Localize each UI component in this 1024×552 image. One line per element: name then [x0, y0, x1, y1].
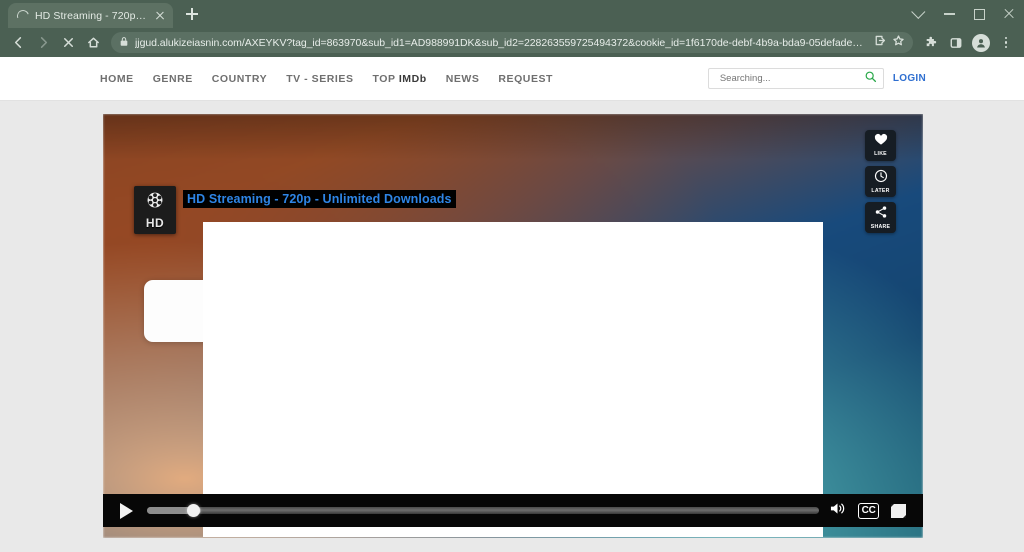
- minimize-icon[interactable]: [934, 0, 964, 28]
- search-input[interactable]: [717, 72, 864, 85]
- progress-slider[interactable]: [147, 504, 820, 517]
- three-dot-menu-icon[interactable]: [994, 31, 1018, 55]
- home-icon[interactable]: [81, 31, 105, 55]
- nav-item-genre[interactable]: GENRE: [153, 73, 193, 85]
- tab-title: HD Streaming - 720p - Unlimited Download…: [35, 9, 147, 22]
- site-header: HOME GENRE COUNTRY TV - SERIES TOP IMDb …: [0, 57, 1024, 101]
- browser-toolbar: jjgud.alukizeiasnin.com/AXEYKV?tag_id=86…: [0, 28, 1024, 57]
- nav-item-top-imdb-label: TOP: [372, 72, 399, 85]
- nav-item-country[interactable]: COUNTRY: [212, 73, 267, 85]
- nav-item-news[interactable]: NEWS: [446, 73, 480, 85]
- player-controls: CC: [103, 494, 923, 527]
- star-icon[interactable]: [892, 34, 905, 52]
- watch-later-button[interactable]: LATER: [865, 166, 896, 197]
- stop-loading-icon[interactable]: [56, 31, 80, 55]
- site-logo[interactable]: HD: [134, 186, 176, 234]
- imdb-badge: IMDb: [398, 72, 427, 85]
- like-button[interactable]: LIKE: [865, 130, 896, 161]
- header-right: LOGIN: [707, 68, 926, 89]
- player-controls-right: CC: [829, 501, 906, 521]
- browser-window: HD Streaming - 720p - Unlimited Download…: [0, 0, 1024, 552]
- share-nodes-icon: [874, 205, 888, 224]
- nav-item-request[interactable]: REQUEST: [498, 73, 553, 85]
- browser-tab[interactable]: HD Streaming - 720p - Unlimited Download…: [8, 3, 173, 28]
- site-logo-text: HD: [145, 216, 165, 230]
- side-panel-icon[interactable]: [944, 31, 968, 55]
- share-icon[interactable]: [873, 34, 886, 52]
- nav-item-tv-series[interactable]: TV - SERIES: [286, 73, 353, 85]
- back-arrow-icon[interactable]: [6, 31, 30, 55]
- window-controls: [904, 0, 1024, 28]
- play-icon[interactable]: [120, 502, 133, 519]
- loading-spinner-icon: [15, 7, 31, 24]
- player-top-shade: [103, 114, 923, 160]
- forward-arrow-icon[interactable]: [31, 31, 55, 55]
- fullscreen-icon[interactable]: [891, 503, 906, 518]
- toolbar-actions: [919, 31, 1018, 55]
- chevron-down-icon[interactable]: [904, 0, 934, 28]
- login-link[interactable]: LOGIN: [893, 73, 926, 84]
- player-title: HD Streaming - 720p - Unlimited Download…: [183, 190, 456, 208]
- close-icon[interactable]: [153, 9, 167, 23]
- nav-item-top-imdb[interactable]: TOP IMDb: [373, 73, 427, 85]
- main-navigation: HOME GENRE COUNTRY TV - SERIES TOP IMDb …: [100, 73, 553, 85]
- share-button[interactable]: SHARE: [865, 202, 896, 233]
- tab-strip: HD Streaming - 720p - Unlimited Download…: [0, 0, 1024, 28]
- url-text: jjgud.alukizeiasnin.com/AXEYKV?tag_id=86…: [135, 36, 867, 49]
- profile-avatar-icon[interactable]: [969, 31, 993, 55]
- film-reel-icon: [144, 191, 166, 216]
- like-label: LIKE: [874, 151, 887, 158]
- search-box[interactable]: [707, 68, 884, 89]
- volume-icon[interactable]: [829, 501, 846, 521]
- window-close-icon[interactable]: [994, 0, 1024, 28]
- player-side-actions: LIKE LATER SHARE: [865, 130, 896, 233]
- search-icon[interactable]: [864, 70, 877, 88]
- heart-icon: [874, 133, 888, 151]
- share-label: SHARE: [870, 223, 891, 230]
- progress-handle[interactable]: [187, 504, 201, 517]
- lock-icon: [119, 34, 129, 52]
- puzzle-piece-icon[interactable]: [919, 31, 943, 55]
- progress-track: [147, 507, 820, 514]
- nav-item-home[interactable]: HOME: [100, 73, 134, 85]
- page-content: HOME GENRE COUNTRY TV - SERIES TOP IMDb …: [0, 57, 1024, 552]
- maximize-icon[interactable]: [964, 0, 994, 28]
- address-bar[interactable]: jjgud.alukizeiasnin.com/AXEYKV?tag_id=86…: [111, 32, 913, 53]
- video-player[interactable]: HD HD Streaming - 720p - Unlimited Downl…: [103, 114, 923, 538]
- later-label: LATER: [871, 187, 890, 194]
- plus-icon[interactable]: [179, 1, 205, 27]
- cc-button[interactable]: CC: [858, 502, 879, 519]
- blank-ad-overlay[interactable]: [203, 222, 823, 537]
- clock-icon: [874, 169, 888, 188]
